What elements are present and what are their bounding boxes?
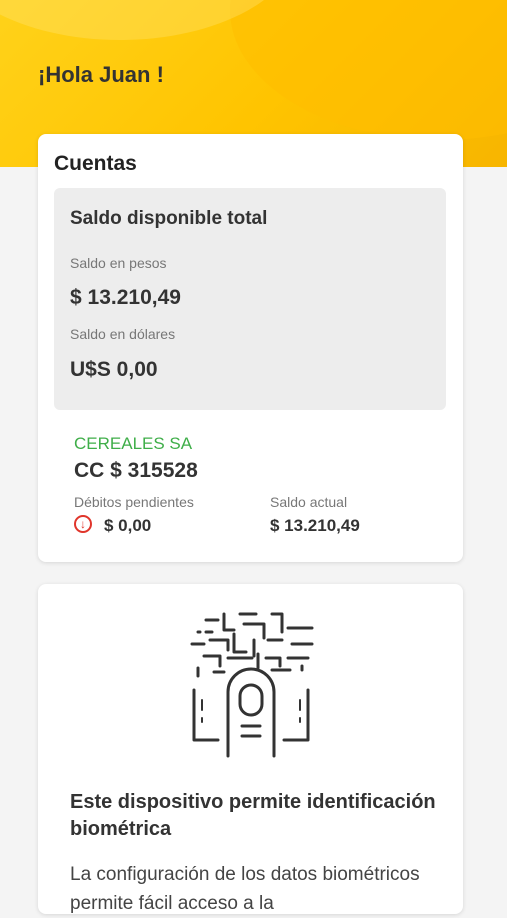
current-balance-label: Saldo actual	[270, 494, 348, 510]
dollars-balance-label: Saldo en dólares	[70, 326, 176, 342]
total-balance-title: Saldo disponible total	[70, 208, 268, 229]
accounts-title: Cuentas	[54, 152, 137, 175]
account-number: CC $ 315528	[74, 459, 198, 482]
biometric-description: La configuración de los datos biométrico…	[70, 864, 420, 914]
biometric-card: Este dispositivo permite identificación …	[38, 584, 463, 914]
current-balance-value: $ 13.210,49	[270, 516, 360, 535]
accounts-card: Cuentas Saldo disponible total Saldo en …	[38, 134, 463, 562]
dollars-balance-value: U$S 0,00	[70, 358, 158, 381]
total-balance-box[interactable]: Saldo disponible total Saldo en pesos $ …	[54, 188, 446, 410]
pesos-balance-label: Saldo en pesos	[70, 255, 167, 271]
pending-debits-value: $ 0,00	[104, 516, 152, 535]
greeting-text: ¡Hola Juan !	[38, 62, 164, 87]
account-name: CEREALES SA	[74, 434, 193, 453]
biometric-title: Este dispositivo permite identificación …	[70, 791, 436, 840]
pesos-balance-value: $ 13.210,49	[70, 286, 181, 309]
pending-debits-label: Débitos pendientes	[74, 494, 194, 510]
fingerprint-circuit-icon	[190, 612, 314, 758]
header-wave-decoration	[230, 0, 507, 140]
arrow-down-circle-icon: ↓	[74, 515, 92, 533]
